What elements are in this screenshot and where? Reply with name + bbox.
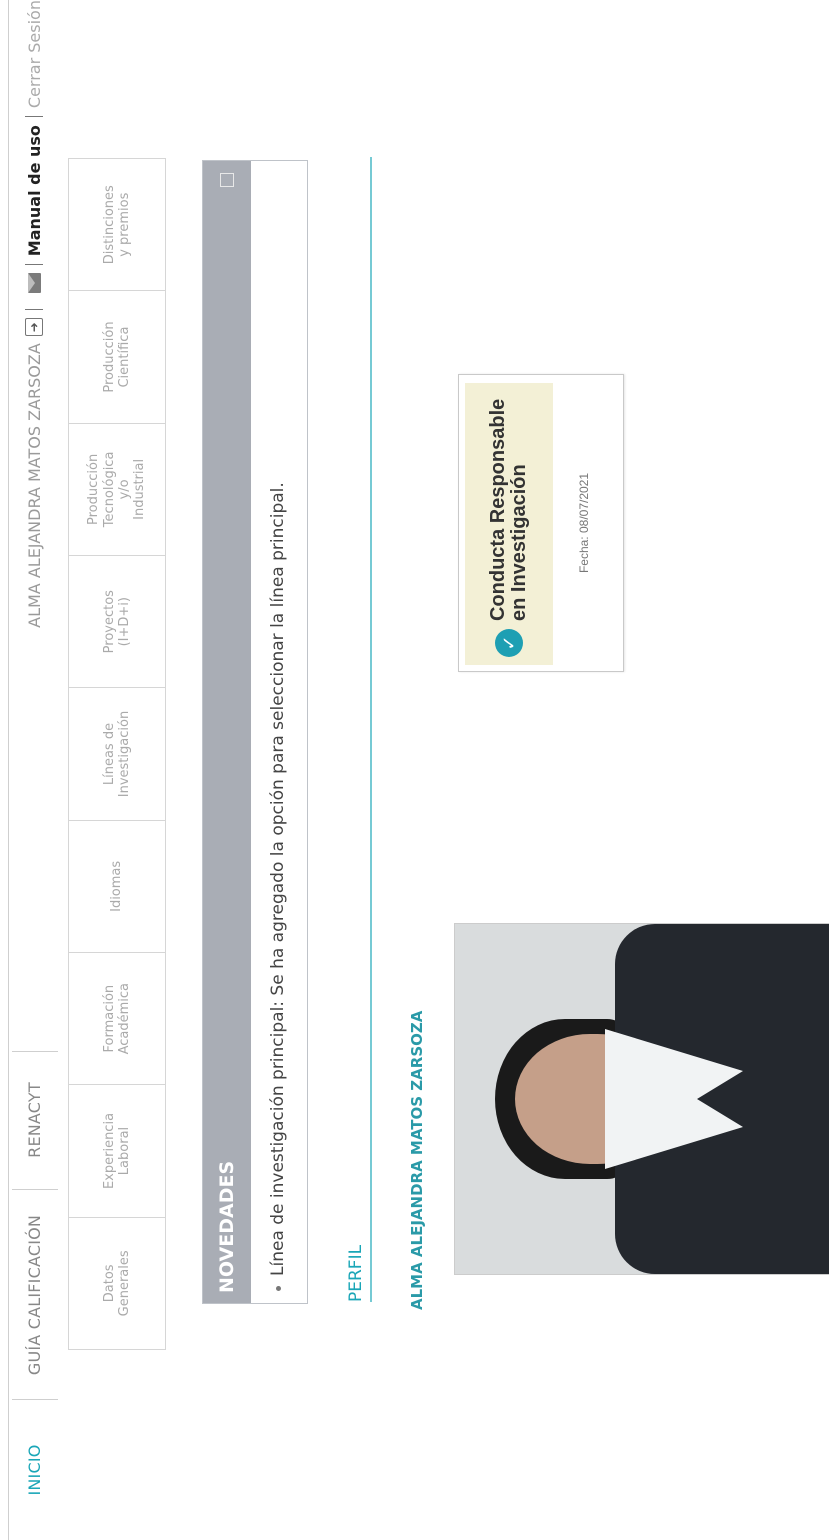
topnav-divider: [12, 1399, 58, 1400]
subtab-idiomas[interactable]: Idiomas: [69, 819, 165, 953]
user-name: ALMA ALEJANDRA MATOS ZARSOZA: [24, 343, 44, 628]
subtab-lineas-investigacion[interactable]: Líneas de Investigación: [69, 687, 165, 820]
tab-inicio[interactable]: INICIO: [14, 1410, 54, 1530]
badge-date: Fecha: 08/07/2021: [577, 472, 591, 574]
subtab-proyectos[interactable]: Proyectos (I+D+i): [69, 555, 165, 688]
tab-guia-calificacion[interactable]: GUÍA CALIFICACIÓN: [14, 1200, 54, 1390]
certification-badge: ✓ Conducta Responsable en Investigación …: [458, 374, 624, 672]
logout-link[interactable]: Cerrar Sesión: [25, 0, 44, 108]
section-divider: [370, 157, 372, 1302]
topnav-divider: [12, 1051, 58, 1052]
topnav-border: [8, 0, 9, 1540]
news-title: NOVEDADES: [216, 1160, 238, 1293]
bullet-icon: [275, 1286, 281, 1291]
badge-title: Conducta Responsable en Investigación: [487, 398, 530, 621]
separator: [25, 116, 43, 118]
manual-link[interactable]: Manual de uso: [25, 125, 44, 256]
profile-photo: [454, 923, 829, 1275]
subtab-distinciones[interactable]: Distinciones y premios: [69, 159, 165, 290]
tab-renacyt[interactable]: RENACYT: [14, 1060, 54, 1180]
separator: [25, 264, 43, 266]
check-icon: ✓: [495, 629, 523, 657]
subtab-produccion-cientifica[interactable]: Producción Científica: [69, 290, 165, 423]
news-panel: NOVEDADES Línea de investigación princip…: [202, 160, 308, 1304]
exit-icon[interactable]: ➜: [25, 318, 43, 337]
badge-banner: ✓ Conducta Responsable en Investigación: [465, 383, 553, 665]
topnav-divider: [12, 1189, 58, 1190]
subtab-formacion-academica[interactable]: Formación Académica: [69, 952, 165, 1085]
section-title-perfil: PERFIL: [346, 1244, 366, 1302]
collapse-icon[interactable]: [220, 173, 234, 187]
rotated-page: INICIO GUÍA CALIFICACIÓN RENACYT ALMA AL…: [0, 0, 829, 1540]
separator: [25, 309, 43, 311]
news-header: NOVEDADES: [203, 161, 251, 1303]
subtab-datos-generales[interactable]: Datos Generales: [69, 1216, 165, 1349]
news-item-text: Línea de investigación principal: Se ha …: [268, 482, 288, 1276]
subtabs: Datos Generales Experiencia Laboral Form…: [68, 158, 166, 1350]
subtab-experiencia-laboral[interactable]: Experiencia Laboral: [69, 1084, 165, 1217]
mail-icon[interactable]: [27, 273, 41, 294]
subtab-produccion-tecnologica[interactable]: Producción Tecnológica y/o Industrial: [69, 422, 165, 556]
user-area: ALMA ALEJANDRA MATOS ZARSOZA ➜ Manual de…: [14, 0, 54, 628]
person-name: ALMA ALEJANDRA MATOS ZARSOZA: [408, 1010, 426, 1310]
news-item: Línea de investigación principal: Se ha …: [251, 161, 305, 1303]
